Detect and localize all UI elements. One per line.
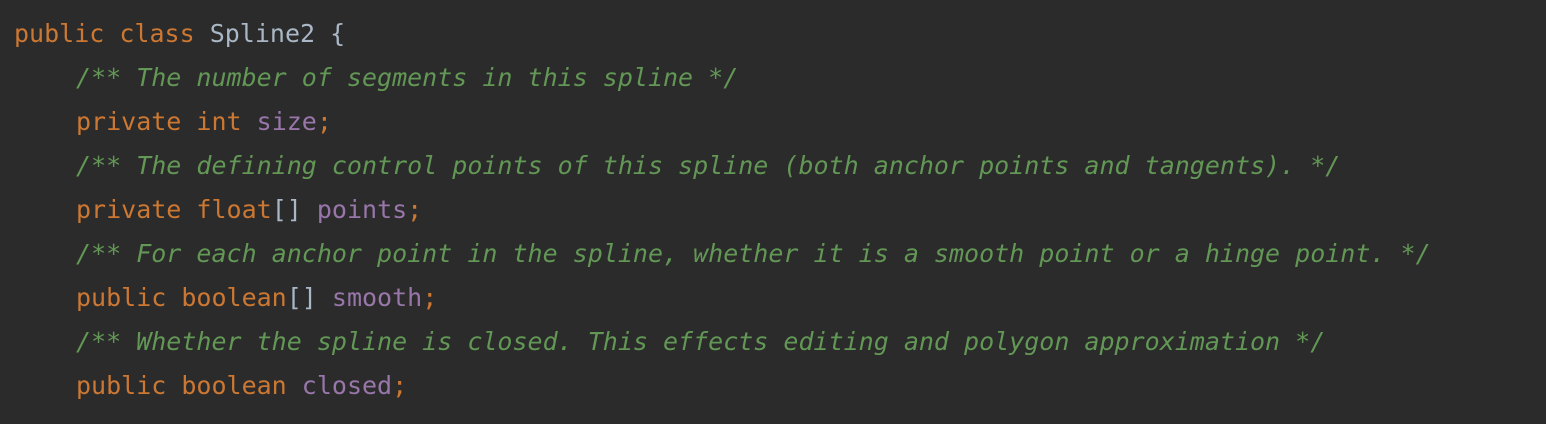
class-name: Spline2 [209, 19, 316, 48]
code-line-doc-size: /** The number of segments in this splin… [14, 56, 1431, 100]
keyword-public: public [76, 371, 167, 400]
keyword-public: public [76, 283, 167, 312]
type-boolean: boolean [181, 371, 287, 400]
array-brackets: [] [286, 283, 317, 312]
keyword-public: public [14, 19, 105, 48]
code-line-size-declaration: private int size; [14, 100, 1431, 144]
code-line-doc-closed: /** Whether the spline is closed. This e… [14, 320, 1431, 364]
type-boolean: boolean [181, 283, 287, 312]
code-line-doc-points: /** The defining control points of this … [14, 144, 1431, 188]
code-line-points-declaration: private float[] points; [14, 188, 1431, 232]
keyword-private: private [76, 107, 182, 136]
doc-comment: /** Whether the spline is closed. This e… [76, 327, 1326, 356]
code-line-smooth-declaration: public boolean[] smooth; [14, 276, 1431, 320]
field-closed: closed [301, 371, 393, 400]
semicolon: ; [316, 107, 332, 136]
field-smooth: smooth [331, 283, 423, 312]
field-points: points [316, 195, 408, 224]
doc-comment: /** For each anchor point in the spline,… [76, 239, 1431, 268]
code-area[interactable]: public class Spline2 { /** The number of… [14, 12, 1431, 408]
code-line-class-declaration: public class Spline2 { [14, 12, 1431, 56]
semicolon: ; [407, 195, 423, 224]
array-brackets: [] [271, 195, 302, 224]
doc-comment: /** The number of segments in this splin… [76, 63, 739, 92]
keyword-private: private [76, 195, 182, 224]
code-line-closed-declaration: public boolean closed; [14, 364, 1431, 408]
doc-comment: /** The defining control points of this … [76, 151, 1341, 180]
semicolon: ; [392, 371, 408, 400]
open-brace: { [330, 19, 346, 48]
code-editor[interactable]: public class Spline2 { /** The number of… [0, 0, 1546, 424]
type-float: float [196, 195, 272, 224]
semicolon: ; [422, 283, 438, 312]
type-int: int [196, 107, 242, 136]
field-size: size [256, 107, 317, 136]
keyword-class: class [119, 19, 195, 48]
code-line-doc-smooth: /** For each anchor point in the spline,… [14, 232, 1431, 276]
